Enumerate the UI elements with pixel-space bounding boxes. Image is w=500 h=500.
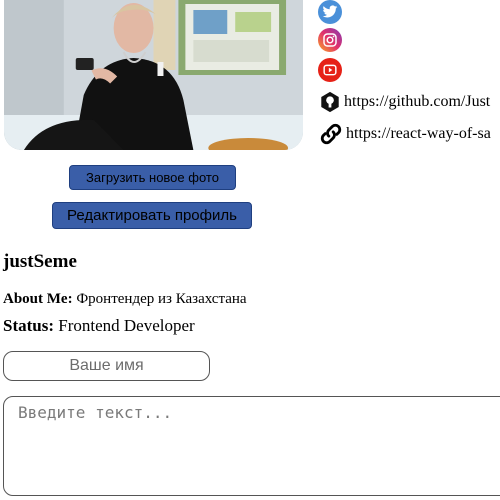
message-textarea[interactable] (3, 396, 500, 496)
about-label: About Me: (3, 291, 73, 307)
instagram-icon[interactable] (318, 28, 342, 52)
github-link-text[interactable]: https://github.com/Just (344, 93, 490, 111)
status-label: Status: (3, 316, 55, 335)
username: justSeme (3, 251, 77, 272)
website-link[interactable]: https://react-way-of-sa (318, 122, 491, 146)
profile-photo (4, 0, 303, 150)
website-link-text[interactable]: https://react-way-of-sa (346, 125, 491, 143)
status-text: Frontend Developer (58, 316, 195, 335)
github-icon (318, 90, 342, 114)
github-link[interactable]: https://github.com/Just (318, 90, 490, 114)
edit-profile-button[interactable]: Редактировать профиль (52, 202, 252, 229)
about-text: Фронтендер из Казахстана (76, 291, 247, 307)
youtube-icon[interactable] (318, 58, 342, 82)
upload-photo-button[interactable]: Загрузить новое фото (69, 165, 236, 190)
twitter-icon[interactable] (318, 0, 342, 24)
about-me: About Me: Фронтендер из Казахстана (3, 291, 247, 308)
link-icon (318, 121, 344, 147)
status: Status: Frontend Developer (3, 316, 195, 336)
name-input[interactable] (3, 351, 210, 381)
